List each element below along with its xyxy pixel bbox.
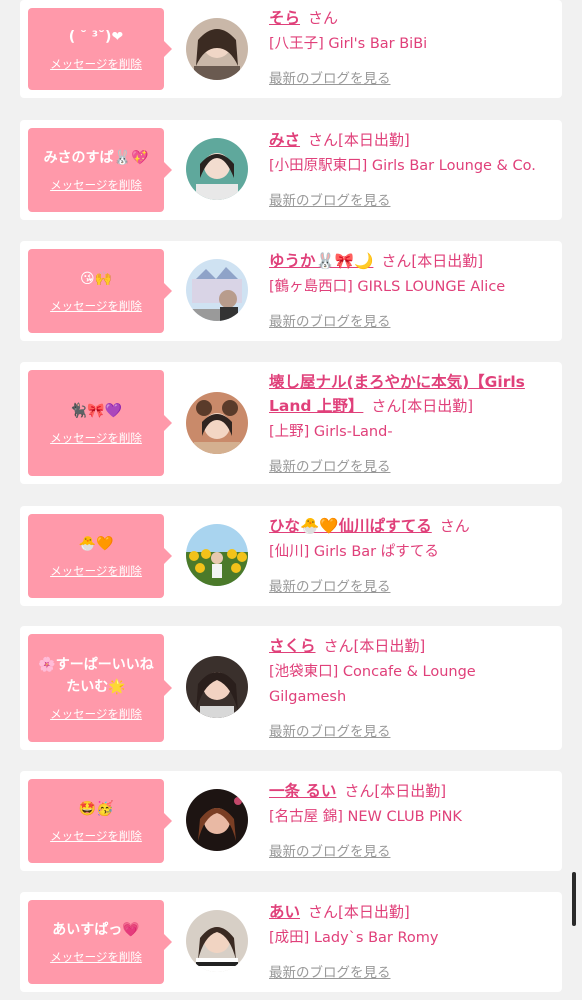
avatar[interactable] xyxy=(186,656,248,718)
shop-info: [仙川] Girls Bar ぱすてる xyxy=(269,544,439,560)
user-name-link[interactable]: みさ xyxy=(269,131,300,149)
honorific: さん xyxy=(323,637,354,655)
avatar[interactable] xyxy=(186,789,248,851)
message-card: 🐈‍⬛🎀💜 メッセージを削除 壊し屋ナル(まろやかに本気)【Girls Land… xyxy=(20,362,562,484)
message-bubble: 🐣🧡 メッセージを削除 xyxy=(28,514,172,598)
shop-info: [成田] Lady`s Bar Romy xyxy=(269,930,439,946)
message-text: 🌸すーぱーいいねたいむ🌟 xyxy=(38,657,154,695)
honorific: さん xyxy=(308,131,339,149)
user-name-link[interactable]: ゆうか🐰🎀🌙 xyxy=(269,252,373,270)
message-text: みさのすぱ🐰💖 xyxy=(43,150,149,166)
shop-info: [上野] Girls-Land- xyxy=(269,424,393,440)
message-bubble: 🤩🥳 メッセージを削除 xyxy=(28,779,172,863)
view-latest-blog-link[interactable]: 最新のブログを見る xyxy=(269,67,391,87)
delete-message-button[interactable]: メッセージを削除 xyxy=(50,56,142,72)
message-bubble: みさのすぱ🐰💖 メッセージを削除 xyxy=(28,128,172,212)
view-latest-blog-link[interactable]: 最新のブログを見る xyxy=(269,575,391,595)
honorific: さん xyxy=(344,782,375,800)
user-name-link[interactable]: さくら xyxy=(269,637,316,655)
view-latest-blog-link[interactable]: 最新のブログを見る xyxy=(269,720,391,740)
attendance-status: [本日出勤] xyxy=(338,131,410,149)
scrollbar[interactable] xyxy=(572,872,576,926)
avatar[interactable] xyxy=(186,138,248,200)
message-bubble: あいすぱっ💗 メッセージを削除 xyxy=(28,900,172,984)
view-latest-blog-link[interactable]: 最新のブログを見る xyxy=(269,310,391,330)
delete-message-button[interactable]: メッセージを削除 xyxy=(50,949,142,965)
honorific: さん xyxy=(308,9,339,27)
message-card: 🐣🧡 メッセージを削除 ひな🐣🧡仙川ぱすてる さん [仙川] Girls Bar … xyxy=(20,506,562,606)
view-latest-blog-link[interactable]: 最新のブログを見る xyxy=(269,455,391,475)
message-text: 😘🙌 xyxy=(79,271,113,287)
user-name-link[interactable]: あい xyxy=(269,903,300,921)
honorific: さん xyxy=(308,903,339,921)
avatar[interactable] xyxy=(186,910,248,972)
message-text: ( ˘ ³˘)❤ xyxy=(68,29,124,45)
message-card: ( ˘ ³˘)❤ メッセージを削除 そら さん [八王子] Girl's Bar … xyxy=(20,0,562,98)
attendance-status: [本日出勤] xyxy=(338,903,410,921)
user-name-link[interactable]: 一条 るい xyxy=(269,782,336,800)
message-card: みさのすぱ🐰💖 メッセージを削除 みさ さん[本日出勤] [小田原駅東口] Gir… xyxy=(20,120,562,220)
message-bubble: 🌸すーぱーいいねたいむ🌟 メッセージを削除 xyxy=(28,634,172,742)
view-latest-blog-link[interactable]: 最新のブログを見る xyxy=(269,961,391,981)
honorific: さん xyxy=(371,397,402,415)
message-bubble: 😘🙌 メッセージを削除 xyxy=(28,249,172,333)
shop-info: [小田原駅東口] Girls Bar Lounge & Co. xyxy=(269,158,536,174)
avatar[interactable] xyxy=(186,18,248,80)
delete-message-button[interactable]: メッセージを削除 xyxy=(50,828,142,844)
user-name-link[interactable]: そら xyxy=(269,9,300,27)
shop-info: [鶴ヶ島西口] GIRLS LOUNGE Alice xyxy=(269,279,506,295)
shop-info: [池袋東口] Concafe & Lounge Gilgamesh xyxy=(269,664,476,705)
message-text: 🤩🥳 xyxy=(78,801,114,817)
attendance-status: [本日出勤] xyxy=(353,637,426,655)
message-card: 😘🙌 メッセージを削除 ゆうか🐰🎀🌙 さん[本日出勤] [鶴ヶ島西口] GIRLS… xyxy=(20,241,562,341)
delete-message-button[interactable]: メッセージを削除 xyxy=(50,706,142,722)
view-latest-blog-link[interactable]: 最新のブログを見る xyxy=(269,189,391,209)
message-card: 🤩🥳 メッセージを削除 一条 るい さん[本日出勤] [名古屋 錦] NEW CL… xyxy=(20,771,562,871)
delete-message-button[interactable]: メッセージを削除 xyxy=(50,563,142,579)
message-card: 🌸すーぱーいいねたいむ🌟 メッセージを削除 さくら さん[本日出勤] [池袋東口]… xyxy=(20,626,562,750)
attendance-status: [本日出勤] xyxy=(401,397,474,415)
message-text: 🐣🧡 xyxy=(78,536,114,552)
attendance-status: [本日出勤] xyxy=(374,782,447,800)
message-text: あいすぱっ💗 xyxy=(52,922,140,938)
delete-message-button[interactable]: メッセージを削除 xyxy=(50,177,142,193)
message-bubble: 🐈‍⬛🎀💜 メッセージを削除 xyxy=(28,370,172,476)
message-bubble: ( ˘ ³˘)❤ メッセージを削除 xyxy=(28,8,172,90)
view-latest-blog-link[interactable]: 最新のブログを見る xyxy=(269,840,391,860)
avatar[interactable] xyxy=(186,392,248,454)
delete-message-button[interactable]: メッセージを削除 xyxy=(50,430,142,446)
shop-info: [名古屋 錦] NEW CLUB PiNK xyxy=(269,809,462,825)
message-text: 🐈‍⬛🎀💜 xyxy=(69,403,123,419)
honorific: さん xyxy=(439,517,470,535)
avatar[interactable] xyxy=(186,524,248,586)
message-card: あいすぱっ💗 メッセージを削除 あい さん[本日出勤] [成田] Lady`s B… xyxy=(20,892,562,992)
delete-message-button[interactable]: メッセージを削除 xyxy=(50,298,142,314)
shop-info: [八王子] Girl's Bar BiBi xyxy=(269,36,428,52)
honorific: さん xyxy=(381,252,412,270)
user-name-link[interactable]: ひな🐣🧡仙川ぱすてる xyxy=(269,517,432,535)
avatar[interactable] xyxy=(186,259,248,321)
attendance-status: [本日出勤] xyxy=(411,252,484,270)
